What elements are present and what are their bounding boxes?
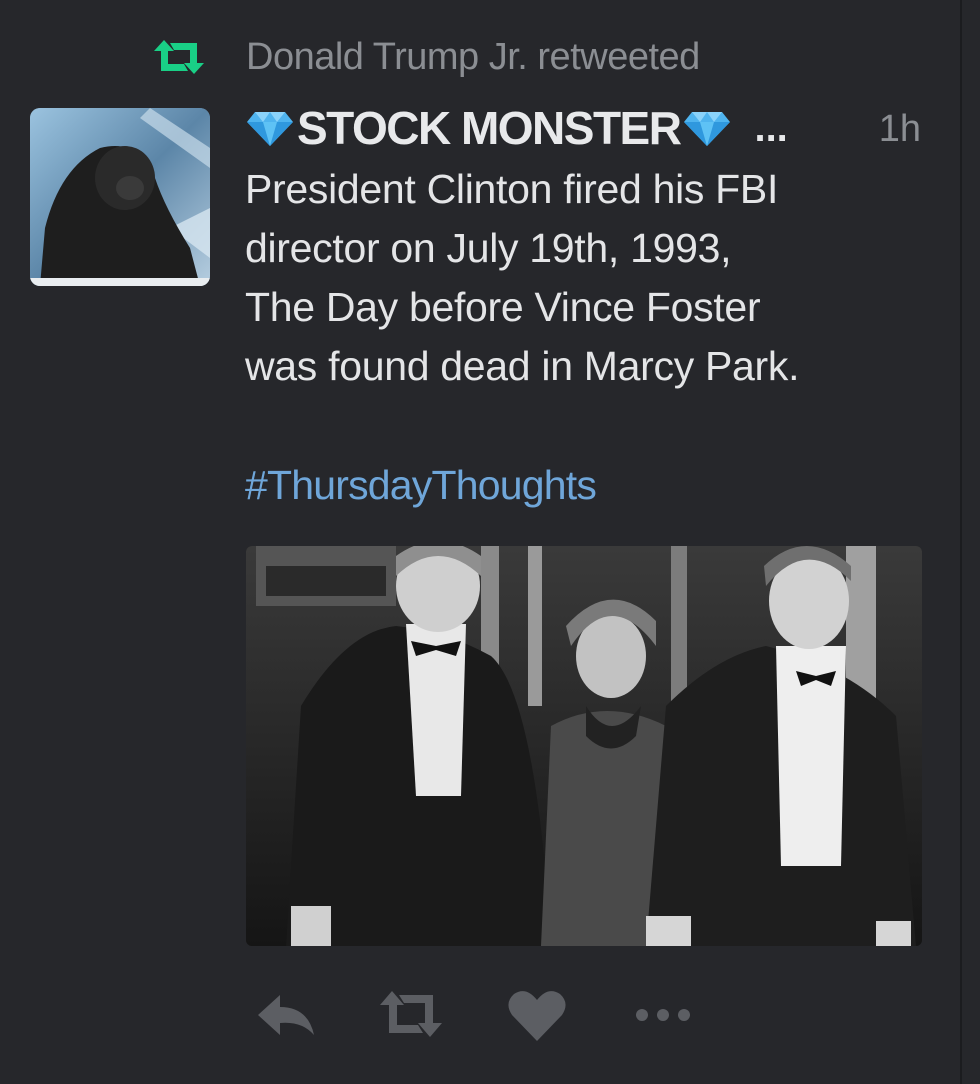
tweet-card[interactable]: Donald Trump Jr. retweeted STOCK MONSTER… [0, 0, 980, 1084]
tweet-photo[interactable] [246, 546, 922, 946]
author-name[interactable]: STOCK MONSTER ... [245, 100, 788, 156]
avatar[interactable] [30, 108, 210, 286]
blue-diamond-icon [245, 108, 295, 148]
tweet-text-line: director on July 19th, 1993, [245, 225, 732, 271]
tweet-text-line: was found dead in Marcy Park. [245, 343, 800, 389]
blue-diamond-icon [682, 108, 732, 148]
hashtag-link[interactable]: #ThursdayThoughts [245, 456, 597, 515]
retweet-context: Donald Trump Jr. retweeted [150, 32, 700, 82]
heart-icon[interactable] [502, 985, 572, 1045]
more-icon[interactable] [628, 985, 698, 1045]
tweet-actions [250, 985, 754, 1045]
name-truncation-ellipsis: ... [754, 105, 788, 150]
tweet-text: President Clinton fired his FBI director… [245, 160, 935, 396]
retweet-icon [150, 37, 208, 77]
tweet-header: STOCK MONSTER ... 1h [245, 100, 925, 156]
display-name[interactable]: STOCK MONSTER [297, 101, 682, 155]
tweet-text-line: The Day before Vince Foster [245, 284, 761, 330]
reply-icon[interactable] [250, 985, 320, 1045]
timestamp[interactable]: 1h [879, 108, 921, 151]
retweet-context-text[interactable]: Donald Trump Jr. retweeted [246, 36, 700, 79]
retweet-icon[interactable] [376, 985, 446, 1045]
column-divider [960, 0, 962, 1084]
tweet-text-line: President Clinton fired his FBI [245, 166, 779, 212]
